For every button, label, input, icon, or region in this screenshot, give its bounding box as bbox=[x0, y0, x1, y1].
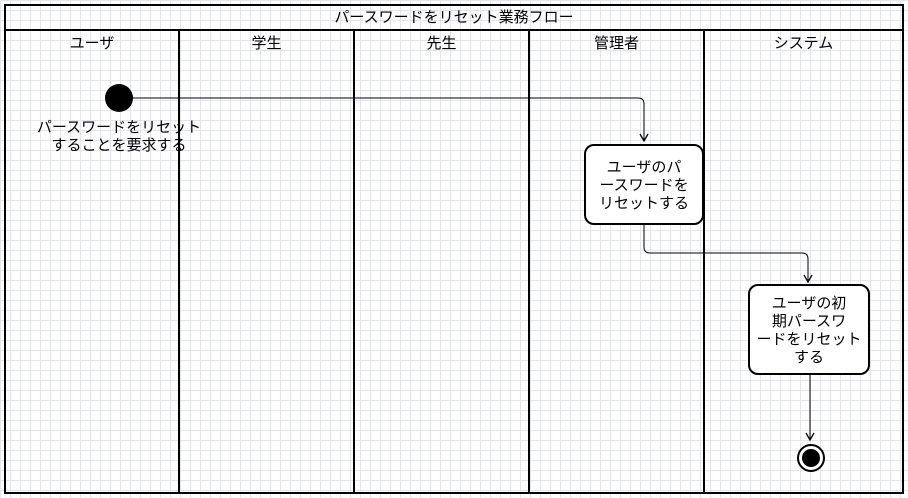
start-label-line: することを要求する bbox=[51, 136, 187, 154]
start-node bbox=[105, 84, 133, 112]
diagram-canvas: パースワードをリセット業務フロー ユーザ 学生 先生 管理者 システム パースワ… bbox=[0, 0, 908, 498]
action-label-line: リセットする bbox=[598, 193, 689, 212]
flow-connectors bbox=[105, 84, 825, 472]
end-node-inner bbox=[802, 449, 820, 467]
start-node-label: パースワードをリセット することを要求する bbox=[34, 118, 204, 154]
action-label-line: ースワードを bbox=[599, 175, 689, 194]
action-label-line: 期パースワ bbox=[771, 311, 847, 330]
edge-start-to-admin-reset bbox=[133, 97, 649, 143]
action-label-line: ードをリセット bbox=[756, 329, 862, 348]
action-label-line: ユーザの初 bbox=[771, 293, 847, 312]
action-label-line: ユーザのパ bbox=[606, 157, 682, 176]
start-label-line: パースワードをリセット bbox=[36, 118, 202, 136]
action-admin-reset-password: ユーザのパ ースワードを リセットする bbox=[584, 144, 704, 225]
edge-admin-to-system-reset bbox=[643, 225, 813, 284]
action-label-line: する bbox=[793, 347, 824, 366]
action-system-reset-initial-password: ユーザの初 期パースワ ードをリセット する bbox=[748, 284, 870, 375]
